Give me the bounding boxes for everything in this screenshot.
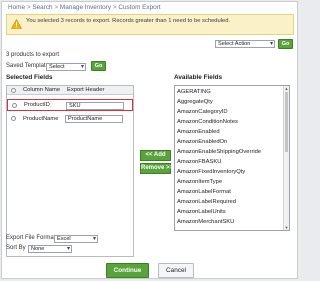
table-row[interactable]: ProductID SKU	[7, 99, 133, 111]
export-format-label: Export File Format	[6, 235, 56, 241]
action-go-button[interactable]: Go	[278, 39, 293, 49]
selected-fields-heading: Selected Fields	[6, 74, 53, 81]
sort-by-label: Sort By	[6, 245, 26, 251]
list-item[interactable]: AmazonEnableShippingOverride	[177, 149, 261, 156]
row-radio[interactable]	[11, 116, 16, 121]
list-item[interactable]: AmazonFixedInventoryQty	[177, 169, 245, 176]
saved-template-label: Saved Template	[6, 63, 49, 69]
breadcrumb-search[interactable]: Search	[32, 4, 52, 11]
list-item[interactable]: AmazonLabelUnits	[177, 209, 226, 216]
breadcrumb: Home > Search > Manage Inventory > Custo…	[8, 4, 161, 11]
breadcrumb-separator: >	[54, 4, 59, 11]
select-action-dropdown[interactable]: Select Action	[215, 40, 275, 48]
table-header: Column Name Export Header	[7, 86, 133, 95]
available-fields-heading: Available Fields	[174, 74, 223, 81]
list-item[interactable]: AmazonLabelRequired	[177, 199, 236, 206]
list-item[interactable]: AmazonItemType	[177, 179, 222, 186]
selected-fields-table: Column Name Export Header ProductID SKU …	[6, 85, 134, 257]
column-header-export-header: Export Header	[67, 87, 105, 93]
export-format-dropdown[interactable]: Excel	[54, 235, 98, 243]
scroll-up-arrow-icon[interactable]: ▲	[284, 86, 289, 91]
column-header-column-name: Column Name	[23, 87, 61, 93]
list-item[interactable]: AGERATING	[177, 89, 211, 96]
export-page: Home > Search > Manage Inventory > Custo…	[1, 1, 298, 279]
list-item[interactable]: AmazonCategoryID	[177, 109, 228, 116]
cancel-button[interactable]: Cancel	[158, 263, 194, 278]
list-item[interactable]: AmazonMerchantSKU	[177, 219, 234, 226]
breadcrumb-home[interactable]: Home	[8, 4, 25, 11]
list-item[interactable]: AmazonEnabledOn	[177, 139, 227, 146]
breadcrumb-separator: >	[26, 4, 31, 11]
available-fields-list[interactable]: AGERATING AggregateQty AmazonCategoryID …	[174, 85, 290, 231]
list-scrollbar[interactable]: ▲ ▼	[283, 86, 289, 230]
export-header-input[interactable]: ProductName	[65, 115, 123, 123]
remove-button[interactable]: Remove >>	[140, 163, 173, 174]
list-item[interactable]: AmazonLabelFormat	[177, 189, 231, 196]
row-column-name: ProductName	[23, 116, 59, 122]
template-go-button[interactable]: Go	[91, 61, 106, 71]
warning-icon	[11, 19, 22, 29]
list-item[interactable]: AmazonConditionNotes	[177, 119, 238, 126]
products-count: 3 products to export	[6, 52, 60, 58]
saved-template-dropdown[interactable]: Select	[46, 63, 86, 71]
row-column-name: ProductID	[24, 102, 50, 108]
breadcrumb-separator: >	[112, 4, 117, 11]
list-item[interactable]: AmazonFBASKU	[177, 159, 221, 166]
scroll-down-arrow-icon[interactable]: ▼	[284, 225, 289, 230]
export-header-input[interactable]: SKU	[66, 101, 124, 110]
breadcrumb-manage-inventory[interactable]: Manage Inventory	[60, 4, 111, 11]
alert-message: You selected 3 records to export. Record…	[26, 18, 231, 24]
sort-by-dropdown[interactable]: None	[28, 245, 72, 253]
warning-alert: You selected 3 records to export. Record…	[6, 14, 294, 35]
table-row[interactable]: ProductName ProductName	[7, 113, 133, 125]
header-radio	[11, 88, 16, 93]
breadcrumb-current: Custom Export	[118, 4, 161, 11]
row-radio[interactable]	[12, 102, 17, 108]
continue-button[interactable]: Continue	[106, 263, 149, 278]
scrollbar-thumb[interactable]	[285, 92, 288, 152]
add-button[interactable]: << Add	[140, 150, 171, 161]
list-item[interactable]: AggregateQty	[177, 99, 213, 106]
list-item[interactable]: AmazonEnabled	[177, 129, 220, 136]
